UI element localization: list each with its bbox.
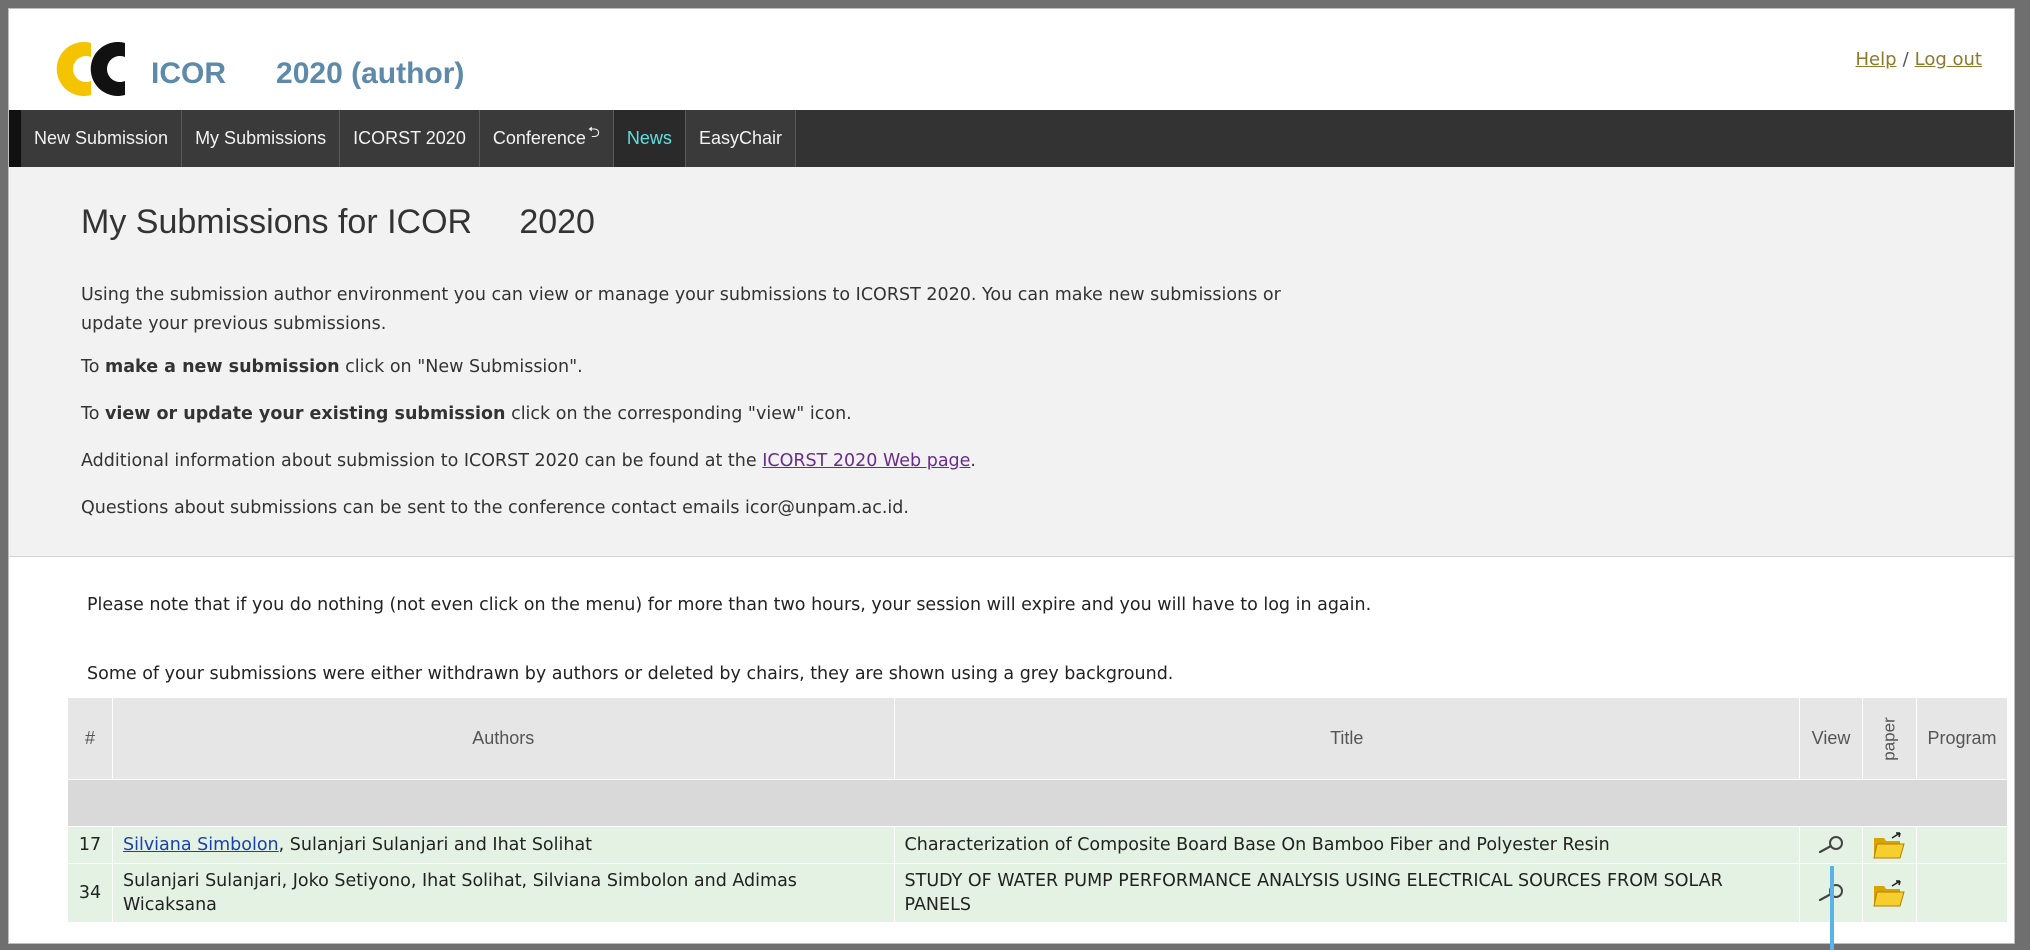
col-header-title: Title — [893, 697, 1801, 780]
link-separator: / — [1902, 49, 1909, 70]
logout-link[interactable]: Log out — [1915, 49, 1982, 70]
row-authors: Sulanjari Sulanjari, Joko Setiyono, Ihat… — [111, 863, 895, 923]
table-row: 17 Silviana Simbolon, Sulanjari Sulanjar… — [67, 826, 2009, 864]
app-window: ICOR 2020 (author) Help / Log out New Subm… — [8, 8, 2015, 944]
row-paper-cell — [1861, 863, 1917, 923]
folder-upload-icon[interactable] — [1872, 878, 1906, 908]
main-menu: New Submission My Submissions ICORST 202… — [9, 110, 2014, 167]
withdrawn-note: Some of your submissions were either wit… — [87, 664, 1174, 684]
menu-conference[interactable]: Conference ⮌ — [479, 110, 614, 167]
col-header-program: Program — [1915, 697, 2009, 780]
col-header-paper: paper — [1861, 697, 1917, 780]
help-link[interactable]: Help — [1856, 49, 1897, 70]
row-num: 17 — [67, 826, 113, 864]
folder-upload-icon[interactable] — [1872, 830, 1906, 860]
magnifier-icon[interactable] — [1816, 834, 1846, 856]
top-links: Help / Log out — [1856, 49, 1982, 70]
table-header-row: # Authors Title View paper Program — [67, 697, 2009, 780]
row-paper-cell — [1861, 826, 1917, 864]
col-header-authors: Authors — [111, 697, 895, 780]
pointer-indicator — [1830, 866, 1834, 950]
intro-section: My Submissions for ICOR 2020 Using the s… — [9, 167, 2014, 557]
page-title: My Submissions for ICOR 2020 — [81, 203, 595, 241]
row-title: STUDY OF WATER PUMP PERFORMANCE ANALYSIS… — [893, 863, 1801, 923]
submissions-table: # Authors Title View paper Program 17 Si… — [67, 697, 2009, 923]
menu-easychair[interactable]: EasyChair — [685, 110, 796, 167]
author-link[interactable]: Silviana Simbolon — [123, 835, 279, 855]
header: ICOR 2020 (author) Help / Log out — [9, 9, 2014, 110]
menu-my-submissions[interactable]: My Submissions — [182, 110, 341, 167]
menu-icorst-2020[interactable]: ICORST 2020 — [340, 110, 480, 167]
menu-news[interactable]: News — [613, 110, 686, 167]
col-header-view: View — [1799, 697, 1863, 780]
easychair-logo-icon[interactable] — [51, 37, 161, 101]
intro-paragraph: Using the submission author environment … — [81, 285, 1281, 334]
session-note: Please note that if you do nothing (not … — [87, 595, 1372, 615]
row-program-cell — [1915, 863, 2009, 923]
row-title: Characterization of Composite Board Base… — [893, 826, 1801, 864]
row-num: 34 — [67, 863, 113, 923]
withdrawn-row — [67, 779, 2008, 827]
web-page-info: Additional information about submission … — [81, 451, 976, 471]
return-arrow-icon: ⮌ — [587, 124, 600, 141]
row-view-cell — [1799, 826, 1863, 864]
conference-web-page-link[interactable]: ICORST 2020 Web page — [762, 451, 970, 471]
menu-conference-label: Conference — [492, 128, 586, 148]
new-submission-hint: To make a new submission click on "New S… — [81, 357, 583, 377]
view-submission-hint: To view or update your existing submissi… — [81, 404, 852, 424]
table-row: 34 Sulanjari Sulanjari, Joko Setiyono, I… — [67, 863, 2009, 923]
col-header-num: # — [67, 697, 113, 780]
row-authors: Silviana Simbolon, Sulanjari Sulanjari a… — [111, 826, 895, 864]
row-program-cell — [1915, 826, 2009, 864]
contact-info: Questions about submissions can be sent … — [81, 498, 909, 518]
menu-new-submission[interactable]: New Submission — [21, 110, 183, 167]
app-title: ICOR 2020 (author) — [151, 57, 465, 90]
